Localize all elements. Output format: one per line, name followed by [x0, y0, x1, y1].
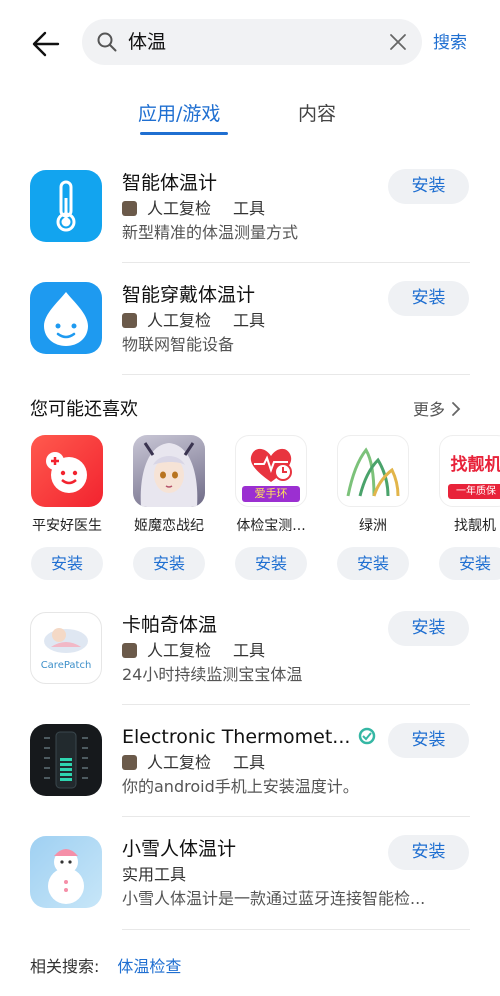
water-drop-face-icon [30, 282, 102, 354]
divider [122, 816, 470, 817]
top-bar: 体温 搜索 [0, 0, 500, 86]
app-description: 24小时持续监测宝宝体温 [122, 665, 303, 684]
app-description: 新型精准的体温测量方式 [122, 223, 299, 242]
related-searches: 相关搜索: 体温检查 [30, 955, 181, 979]
heart-rate-icon: 爱手环 [235, 435, 307, 507]
divider [122, 704, 470, 705]
recommend-name: 找靓机 [454, 518, 496, 534]
app-badge-label: 一年质保 [448, 484, 500, 499]
carepatch-icon: CarePatch [30, 612, 102, 684]
snowman-icon [30, 836, 102, 908]
app-title: 智能体温计 [122, 172, 218, 194]
clear-icon[interactable] [388, 32, 408, 52]
install-button[interactable]: 安装 [31, 547, 103, 580]
app-title: 智能穿戴体温计 [122, 284, 256, 306]
oasis-icon [337, 435, 409, 507]
tab-bar: 应用/游戏 内容 [0, 100, 500, 140]
tab-content[interactable]: 内容 [298, 100, 336, 128]
verified-badge-icon [359, 727, 376, 745]
thermometer-icon [30, 170, 102, 242]
search-icon [97, 32, 117, 52]
install-button[interactable]: 安装 [388, 281, 469, 316]
app-list-item[interactable]: 智能穿戴体温计 人工复检 工具 物联网智能设备 安装 [0, 272, 500, 384]
phone-shop-icon: 找靓机 一年质保 [439, 435, 500, 507]
app-developer: 人工复检 工具 [122, 752, 265, 774]
digital-thermometer-icon [30, 724, 102, 796]
app-badge-label: 爱手环 [242, 486, 300, 502]
chat-smile-icon [31, 435, 103, 507]
related-keyword[interactable]: 体温检查 [117, 957, 181, 976]
install-button[interactable]: 安装 [388, 611, 469, 646]
install-button[interactable]: 安装 [337, 547, 409, 580]
recommend-item[interactable]: 平安好医生 安装 [25, 435, 109, 580]
install-button[interactable]: 安装 [388, 169, 469, 204]
recommend-item[interactable]: 姬魔恋战纪 安装 [127, 435, 211, 580]
app-list-item[interactable]: 小雪人体温计 实用工具 小雪人体温计是一款通过蓝牙连接智能检... 安装 [0, 826, 500, 938]
app-developer: 人工复检 工具 [122, 198, 265, 220]
divider [122, 374, 470, 375]
chevron-right-icon [452, 402, 461, 416]
app-title: Electronic Thermomet... [122, 724, 376, 750]
search-button[interactable]: 搜索 [433, 31, 467, 55]
developer-avatar [122, 201, 137, 216]
install-button[interactable]: 安装 [133, 547, 205, 580]
app-title: 小雪人体温计 [122, 838, 237, 860]
install-button[interactable]: 安装 [235, 547, 307, 580]
anime-girl-icon [133, 435, 205, 507]
divider [122, 929, 470, 930]
recommend-name: 体检宝测... [236, 518, 306, 534]
app-developer: 人工复检 工具 [122, 640, 265, 662]
recommend-name: 绿洲 [359, 518, 387, 534]
active-tab-indicator [140, 132, 228, 135]
recommend-title: 您可能还喜欢 [30, 399, 138, 420]
divider [122, 262, 470, 263]
recommend-item[interactable]: 爱手环 体检宝测... 安装 [229, 435, 313, 580]
back-arrow-icon[interactable] [28, 26, 64, 62]
install-button[interactable]: 安装 [388, 835, 469, 870]
app-description: 物联网智能设备 [122, 335, 235, 354]
developer-avatar [122, 643, 137, 658]
app-list-item[interactable]: CarePatch 卡帕奇体温 人工复检 工具 24小时持续监测宝宝体温 安装 [0, 602, 500, 714]
app-description: 小雪人体温计是一款通过蓝牙连接智能检... [122, 889, 426, 908]
recommend-item[interactable]: 找靓机 一年质保 找靓机 安装 [433, 435, 500, 580]
developer-avatar [122, 755, 137, 770]
recommend-name: 平安好医生 [32, 518, 102, 534]
more-link[interactable]: 更多 [413, 398, 463, 422]
app-developer: 人工复检 工具 [122, 310, 265, 332]
install-button[interactable]: 安装 [388, 723, 469, 758]
related-label: 相关搜索: [30, 957, 100, 976]
app-logo-text: CarePatch [40, 660, 92, 671]
app-category: 实用工具 [122, 865, 187, 884]
tab-apps-games[interactable]: 应用/游戏 [138, 100, 220, 128]
app-description: 你的android手机上安装温度计。 [122, 777, 359, 796]
app-list-item[interactable]: Electronic Thermomet... 人工复检 工具 你的android… [0, 714, 500, 826]
app-list-item[interactable]: 智能体温计 人工复检 工具 新型精准的体温测量方式 安装 [0, 160, 500, 272]
search-box[interactable]: 体温 [82, 19, 422, 65]
app-logo-text: 找靓机 [450, 455, 500, 475]
install-button[interactable]: 安装 [439, 547, 500, 580]
developer-avatar [122, 313, 137, 328]
recommend-item[interactable]: 绿洲 安装 [331, 435, 415, 580]
app-title: 卡帕奇体温 [122, 614, 218, 636]
search-input[interactable]: 体温 [128, 29, 166, 55]
recommend-name: 姬魔恋战纪 [134, 518, 204, 534]
